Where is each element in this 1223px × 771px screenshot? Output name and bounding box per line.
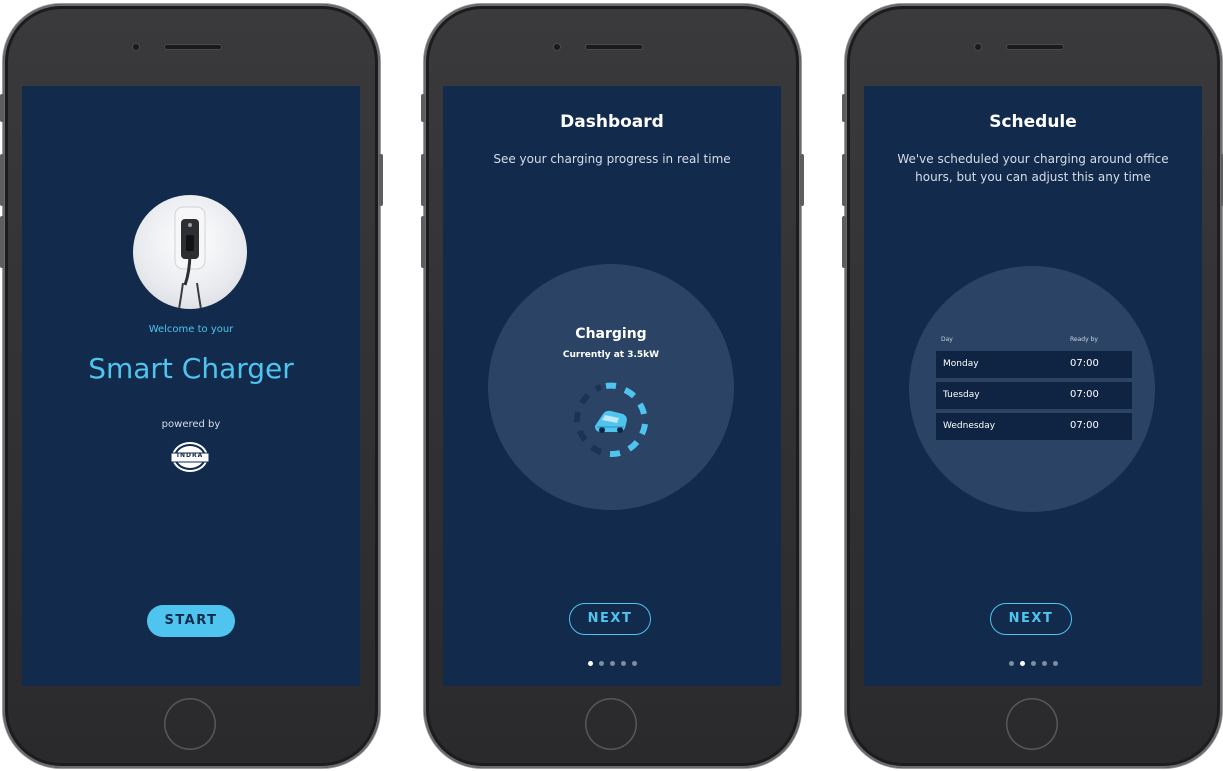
powered-by-text: powered by [161, 419, 221, 430]
page-dot[interactable] [609, 661, 615, 666]
welcome-text: Welcome to your [148, 324, 234, 335]
volume-down-button [421, 216, 425, 268]
volume-up-button [0, 154, 4, 206]
phone-dashboard: Dashboard See your charging progress in … [421, 4, 804, 768]
schedule-row[interactable]: Wednesday 07:00 [936, 413, 1132, 440]
home-button[interactable] [585, 698, 637, 750]
page-dot[interactable] [1019, 661, 1025, 666]
welcome-screen: Welcome to your Smart Charger powered by… [22, 86, 360, 686]
page-dot[interactable] [1052, 661, 1058, 666]
car-icon [595, 410, 627, 433]
mute-switch [842, 94, 846, 122]
schedule-day: Wednesday [943, 421, 996, 431]
front-camera [554, 44, 560, 50]
start-button[interactable]: START [147, 605, 235, 637]
dashboard-screen: Dashboard See your charging progress in … [443, 86, 781, 686]
charger-illustration [174, 206, 206, 309]
product-title: Smart Charger [88, 352, 294, 385]
phone-schedule: Schedule We've scheduled your charging a… [842, 4, 1223, 768]
dashboard-title: Dashboard [560, 112, 664, 132]
page-dot[interactable] [1030, 661, 1036, 666]
next-button[interactable]: NEXT [990, 603, 1072, 635]
power-button [379, 154, 383, 206]
home-button[interactable] [164, 698, 216, 750]
schedule-screen: Schedule We've scheduled your charging a… [864, 86, 1202, 686]
mute-switch [421, 94, 425, 122]
dashboard-subtitle: See your charging progress in real time [493, 152, 731, 166]
schedule-day: Monday [943, 359, 979, 369]
earpiece-speaker [1007, 45, 1063, 49]
power-button [800, 154, 804, 206]
page-dot[interactable] [1008, 661, 1014, 666]
page-dot[interactable] [631, 661, 637, 666]
column-header-day: Day [941, 336, 953, 343]
charger-image [133, 195, 247, 309]
next-button[interactable]: NEXT [569, 603, 651, 635]
schedule-time[interactable]: 07:00 [1070, 358, 1099, 369]
pagination-dots [864, 661, 1202, 666]
schedule-day: Tuesday [943, 390, 980, 400]
page-dot[interactable] [598, 661, 604, 666]
schedule-time[interactable]: 07:00 [1070, 389, 1099, 400]
phone-welcome: Welcome to your Smart Charger powered by… [0, 4, 383, 768]
charging-status-title: Charging [575, 326, 647, 342]
home-button[interactable] [1006, 698, 1058, 750]
charging-progress-ring [568, 377, 654, 463]
page-dot[interactable] [587, 661, 593, 666]
pagination-dots [443, 661, 781, 666]
front-camera [133, 44, 139, 50]
front-camera [975, 44, 981, 50]
schedule-time[interactable]: 07:00 [1070, 420, 1099, 431]
indra-logo-text: INDRA [176, 452, 204, 459]
earpiece-speaker [165, 45, 221, 49]
page-dot[interactable] [1041, 661, 1047, 666]
volume-up-button [421, 154, 425, 206]
column-header-ready-by: Ready by [1070, 336, 1098, 343]
page-dot[interactable] [620, 661, 626, 666]
schedule-row[interactable]: Monday 07:00 [936, 351, 1132, 378]
schedule-title: Schedule [989, 112, 1077, 132]
charging-status-detail: Currently at 3.5kW [562, 350, 660, 360]
schedule-subtitle: We've scheduled your charging around off… [897, 152, 1169, 184]
indra-logo: INDRA [168, 440, 212, 474]
mute-switch [0, 94, 4, 122]
schedule-row[interactable]: Tuesday 07:00 [936, 382, 1132, 409]
volume-up-button [842, 154, 846, 206]
volume-down-button [0, 216, 4, 268]
charging-status-circle: Charging Currently at 3.5kW [488, 264, 734, 510]
volume-down-button [842, 216, 846, 268]
earpiece-speaker [586, 45, 642, 49]
